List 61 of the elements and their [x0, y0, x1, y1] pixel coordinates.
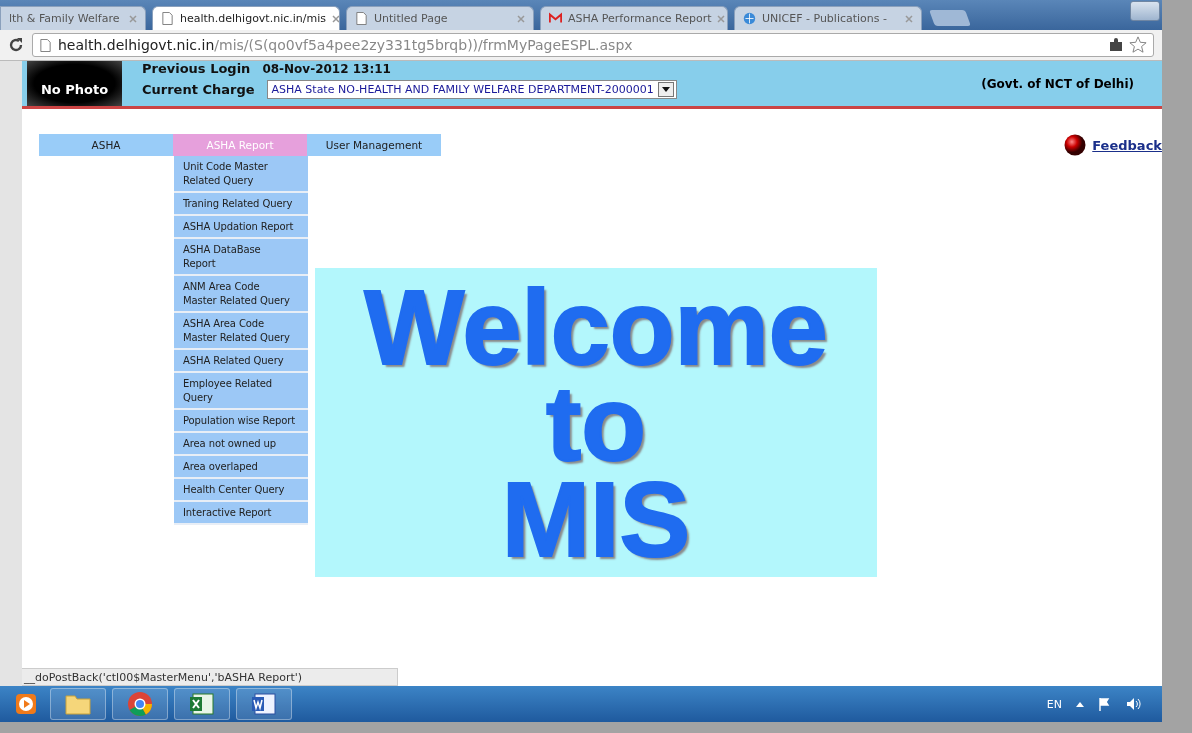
charge-dropdown[interactable]: ASHA State NO-HEALTH AND FAMILY WELFARE DEPARTMENT-2000001 — [266, 80, 677, 99]
document-icon — [251, 692, 277, 716]
up-arrow-icon[interactable] — [1076, 701, 1084, 707]
submenu-item[interactable]: Unit Code Master Related Query — [174, 156, 308, 193]
document-button[interactable] — [236, 688, 292, 720]
submenu-item[interactable]: Traning Related Query — [174, 193, 308, 216]
spreadsheet-button[interactable] — [174, 688, 230, 720]
close-icon[interactable] — [717, 14, 726, 23]
spreadsheet-icon — [189, 692, 215, 716]
globe-icon — [743, 12, 756, 25]
current-charge-label: Current Charge — [142, 82, 255, 97]
speaker-icon[interactable] — [1126, 697, 1142, 711]
submenu-item[interactable]: Area overlaped — [174, 456, 308, 479]
close-icon[interactable] — [905, 14, 913, 23]
previous-login-value: 08-Nov-2012 13:11 — [262, 61, 391, 76]
page-icon — [39, 38, 52, 52]
folder-icon — [64, 692, 92, 716]
flag-icon[interactable] — [1098, 697, 1112, 711]
govt-label: (Govt. of NCT of Delhi) — [981, 76, 1134, 93]
mail-icon — [549, 12, 562, 25]
star-icon[interactable] — [1129, 36, 1147, 54]
submenu-item[interactable]: Area not owned up — [174, 433, 308, 456]
submenu-item[interactable]: ANM Area Code Master Related Query — [174, 276, 308, 313]
browser-tab[interactable]: ASHA Performance Report — [540, 6, 728, 30]
welcome-text: to — [545, 374, 647, 471]
address-field[interactable]: health.delhigovt.nic.in/mis/(S(qo0vf5a4pee2zy331tg5brqb))/frmMyPageESPL.aspx — [32, 33, 1154, 57]
page-icon — [161, 12, 174, 25]
minimize-button[interactable] — [1130, 1, 1160, 21]
play-icon — [15, 693, 37, 715]
submenu-item[interactable]: Health Center Query — [174, 479, 308, 502]
chrome-icon — [127, 691, 153, 717]
language-indicator[interactable]: EN — [1046, 697, 1062, 711]
reload-icon[interactable] — [8, 37, 24, 53]
submenu-item[interactable]: Interactive Report — [174, 502, 308, 525]
browser-tab[interactable]: UNICEF - Publications - — [734, 6, 922, 30]
ball-icon — [1064, 134, 1087, 156]
submenu-item[interactable]: Employee Related Query — [174, 373, 308, 410]
close-icon[interactable] — [332, 14, 339, 23]
welcome-text: Welcome — [364, 278, 828, 375]
browser-tab[interactable]: health.delhigovt.nic.in/mis — [152, 6, 340, 30]
caret-icon — [661, 87, 670, 92]
submenu-item[interactable]: ASHA Area Code Master Related Query — [174, 313, 308, 350]
menu-item[interactable]: ASHA — [39, 134, 173, 156]
welcome-text: MIS — [501, 470, 691, 567]
browser-tab[interactable]: Untitled Page — [346, 6, 534, 30]
explorer-button[interactable] — [50, 688, 106, 720]
submenu-item[interactable]: Population wise Report — [174, 410, 308, 433]
feedback-link[interactable]: Feedback — [1092, 137, 1162, 153]
new-tab-button[interactable] — [929, 10, 971, 26]
submenu-item[interactable]: ASHA DataBase Report — [174, 239, 308, 276]
close-icon[interactable] — [517, 14, 525, 23]
menu-item[interactable]: User Management — [307, 134, 441, 156]
close-icon[interactable] — [129, 14, 137, 23]
browser-tab[interactable]: lth & Family Welfare — [0, 6, 146, 30]
submenu-item[interactable]: ASHA Updation Report — [174, 216, 308, 239]
previous-login-label: Previous Login — [142, 61, 251, 76]
browser-button[interactable] — [112, 688, 168, 720]
photo-label: No Photo — [40, 82, 109, 97]
status-bubble: __doPostBack('ctl00$MasterMenu','bASHA Report') — [22, 668, 398, 686]
page-icon — [355, 12, 368, 25]
submenu-item[interactable]: ASHA Related Query — [174, 350, 308, 373]
